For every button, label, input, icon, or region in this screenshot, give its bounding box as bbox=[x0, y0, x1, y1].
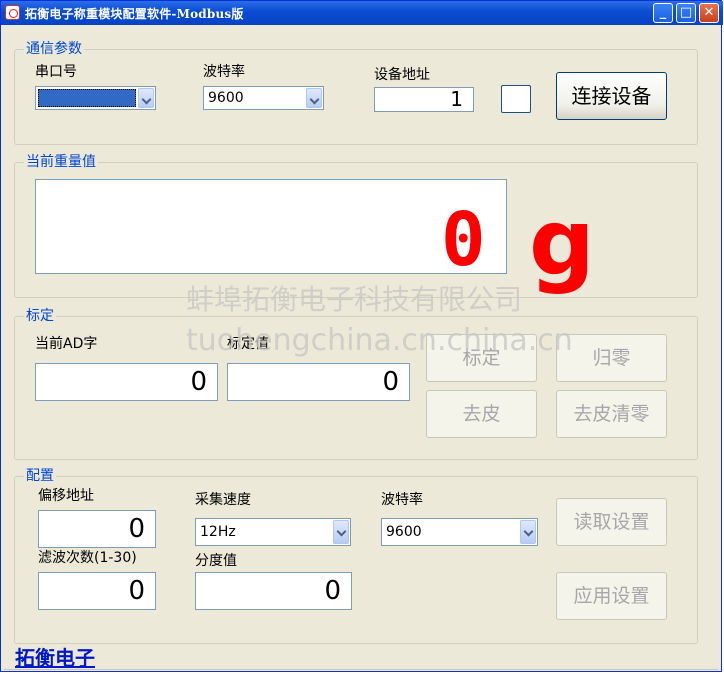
weight-unit: g bbox=[529, 189, 595, 296]
connect-checkbox[interactable] bbox=[501, 85, 531, 113]
apply-settings-button[interactable]: 应用设置 bbox=[556, 572, 667, 620]
baud-select[interactable]: 9600 bbox=[203, 86, 324, 110]
client-area: 通信参数 串口号 波特率 9600 设备地址 1 连接设备 当前重量值 0 g … bbox=[4, 25, 718, 670]
read-settings-button[interactable]: 读取设置 bbox=[556, 498, 667, 546]
minimize-button[interactable]: _ bbox=[653, 3, 673, 23]
ad-label: 当前AD字 bbox=[35, 336, 98, 352]
address-label: 设备地址 bbox=[374, 67, 430, 83]
weight-group-title: 当前重量值 bbox=[24, 154, 98, 170]
bottom-divider bbox=[4, 669, 718, 670]
division-input[interactable]: 0 bbox=[195, 572, 352, 610]
config-baud-label: 波特率 bbox=[381, 492, 423, 508]
config-baud-select[interactable]: 9600 bbox=[381, 518, 538, 546]
filter-input[interactable]: 0 bbox=[38, 572, 156, 610]
port-select[interactable] bbox=[35, 86, 156, 110]
watermark-url: tuohengchina.cn.china.cn bbox=[186, 323, 573, 358]
filter-label: 滤波次数(1-30) bbox=[38, 550, 137, 566]
title-bar[interactable]: 拓衡电子称重模块配置软件-Modbus版 _ □ ✕ bbox=[1, 1, 723, 25]
baud-selected-value: 9600 bbox=[208, 90, 244, 106]
connect-button[interactable]: 连接设备 bbox=[556, 72, 667, 120]
chevron-down-icon[interactable] bbox=[333, 520, 349, 544]
maximize-button[interactable]: □ bbox=[676, 3, 696, 23]
speed-selected-value: 12Hz bbox=[200, 524, 236, 540]
config-group-title: 配置 bbox=[24, 468, 56, 484]
window-title: 拓衡电子称重模块配置软件-Modbus版 bbox=[25, 7, 244, 21]
comm-group-title: 通信参数 bbox=[24, 41, 84, 57]
port-selected-value bbox=[38, 89, 136, 107]
baud-label: 波特率 bbox=[203, 64, 245, 80]
tare-clear-button[interactable]: 去皮清零 bbox=[556, 390, 667, 438]
close-button[interactable]: ✕ bbox=[699, 3, 719, 23]
speed-label: 采集速度 bbox=[195, 492, 251, 508]
offset-label: 偏移地址 bbox=[38, 488, 94, 504]
tare-button[interactable]: 去皮 bbox=[426, 390, 537, 438]
weight-display bbox=[35, 179, 507, 274]
calibration-group-title: 标定 bbox=[24, 308, 56, 324]
company-link[interactable]: 拓衡电子 bbox=[15, 642, 95, 671]
address-input[interactable]: 1 bbox=[374, 87, 474, 112]
ad-value-field: 0 bbox=[35, 363, 218, 401]
weight-value: 0 bbox=[441, 197, 486, 283]
main-window: 拓衡电子称重模块配置软件-Modbus版 _ □ ✕ 通信参数 串口号 波特率 … bbox=[0, 0, 723, 672]
watermark-company: 蚌埠拓衡电子科技有限公司 bbox=[186, 283, 523, 316]
config-baud-selected-value: 9600 bbox=[386, 524, 422, 540]
app-icon[interactable] bbox=[5, 5, 20, 20]
offset-input[interactable]: 0 bbox=[38, 510, 156, 548]
port-label: 串口号 bbox=[35, 64, 77, 80]
chevron-down-icon[interactable] bbox=[138, 88, 154, 108]
chevron-down-icon[interactable] bbox=[520, 520, 536, 544]
calib-value-input[interactable]: 0 bbox=[227, 363, 410, 401]
chevron-down-icon[interactable] bbox=[306, 88, 322, 108]
division-label: 分度值 bbox=[195, 553, 237, 569]
speed-select[interactable]: 12Hz bbox=[195, 518, 351, 546]
